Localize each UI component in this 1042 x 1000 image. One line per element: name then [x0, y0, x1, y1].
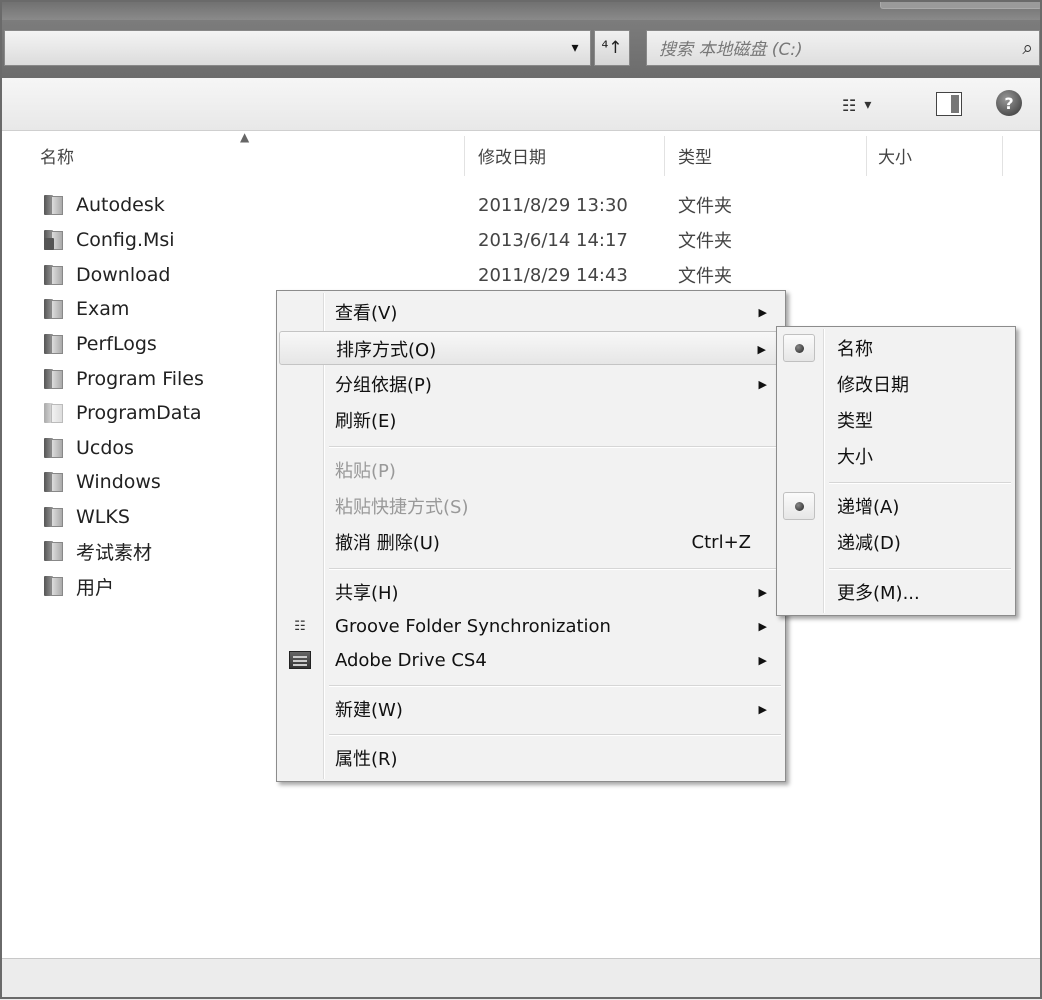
file-name: ProgramData — [76, 402, 202, 424]
help-icon[interactable]: ? — [996, 90, 1022, 116]
file-type: 文件夹 — [678, 266, 732, 287]
column-divider[interactable] — [664, 136, 665, 176]
sort-option-type[interactable]: 类型 — [779, 403, 1013, 437]
list-item[interactable]: Autodesk 2011/8/29 13:30 文件夹 — [0, 188, 1042, 222]
menu-item-group-by[interactable]: 分组依据(P) ▶ — [279, 367, 783, 401]
column-divider[interactable] — [464, 136, 465, 176]
submenu-arrow-icon: ▶ — [758, 702, 767, 716]
file-name: PerfLogs — [76, 333, 157, 355]
search-input[interactable] — [657, 38, 1001, 62]
groove-sync-icon: ☷ — [294, 618, 306, 634]
file-name: 用户 — [76, 576, 115, 599]
status-bar — [0, 958, 1042, 1000]
submenu-arrow-icon: ▶ — [758, 653, 767, 667]
menu-separator — [829, 568, 1011, 570]
menu-item-adobe-drive[interactable]: Adobe Drive CS4 ▶ — [279, 643, 783, 677]
command-bar: ☷ ▾ ? — [0, 78, 1042, 131]
menu-separator — [829, 482, 1011, 484]
folder-icon — [44, 438, 64, 458]
submenu-arrow-icon: ▶ — [758, 585, 767, 599]
menu-item-properties[interactable]: 属性(R) — [279, 741, 783, 775]
column-divider[interactable] — [866, 136, 867, 176]
radio-selected-icon — [783, 492, 815, 520]
menu-item-share[interactable]: 共享(H) ▶ — [279, 575, 783, 609]
menu-separator — [329, 568, 781, 570]
file-date: 2013/6/14 14:17 — [478, 229, 628, 251]
file-name: Download — [76, 264, 171, 286]
chevron-down-icon: ▾ — [864, 97, 872, 113]
radio-selected-icon — [783, 334, 815, 362]
menu-item-refresh[interactable]: 刷新(E) — [279, 403, 783, 437]
address-dropdown-icon[interactable]: ▾ — [560, 30, 590, 66]
menu-item-view[interactable]: 查看(V) ▶ — [279, 295, 783, 329]
list-item[interactable]: Download 2011/8/29 14:43 文件夹 — [0, 258, 1042, 292]
menu-item-groove-sync[interactable]: ☷ Groove Folder Synchronization ▶ — [279, 609, 783, 643]
menu-separator — [329, 734, 781, 736]
file-name: WLKS — [76, 506, 130, 528]
file-type: 文件夹 — [678, 196, 732, 217]
file-date: 2011/8/29 13:30 — [478, 194, 628, 216]
sort-option-name[interactable]: 名称 — [779, 331, 1013, 365]
file-name: 考试素材 — [76, 541, 153, 564]
menu-item-undo-delete[interactable]: 撤消 删除(U) Ctrl+Z — [279, 525, 783, 559]
folder-icon — [44, 334, 64, 354]
menu-item-sort-by[interactable]: 排序方式(O) ▶ — [279, 331, 783, 365]
file-name: Config.Msi — [76, 229, 175, 251]
submenu-arrow-icon: ▶ — [758, 619, 767, 633]
sort-option-date[interactable]: 修改日期 — [779, 367, 1013, 401]
search-icon[interactable]: ⌕ — [1022, 37, 1033, 59]
folder-icon — [44, 265, 64, 285]
folder-icon — [44, 576, 64, 596]
list-item[interactable]: Config.Msi 2013/6/14 14:17 文件夹 — [0, 223, 1042, 257]
search-box[interactable]: ⌕ — [646, 30, 1040, 66]
sort-descending[interactable]: 递减(D) — [779, 525, 1013, 559]
column-divider[interactable] — [1002, 136, 1003, 176]
file-date: 2011/8/29 14:43 — [478, 264, 628, 286]
hidden-folder-icon — [44, 403, 64, 423]
refresh-icon: ⁴↑ — [601, 38, 623, 58]
submenu-arrow-icon: ▶ — [758, 305, 767, 319]
address-bar[interactable] — [4, 30, 591, 66]
title-bar — [0, 0, 1042, 20]
submenu-arrow-icon: ▶ — [758, 377, 767, 391]
folder-icon — [44, 541, 64, 561]
file-name: Exam — [76, 298, 130, 320]
context-menu: 查看(V) ▶ 排序方式(O) ▶ 分组依据(P) ▶ 刷新(E) 粘贴(P) … — [276, 290, 786, 782]
menu-item-paste: 粘贴(P) — [335, 461, 396, 482]
column-header-row: 名称 修改日期 类型 大小 — [0, 132, 1042, 178]
folder-icon — [44, 299, 64, 319]
file-name: Program Files — [76, 368, 204, 390]
sort-more[interactable]: 更多(M)... — [779, 575, 1013, 609]
column-header-type[interactable]: 类型 — [678, 132, 712, 178]
file-name: Ucdos — [76, 437, 134, 459]
locked-folder-icon — [44, 230, 64, 250]
menu-separator — [329, 446, 781, 448]
change-view-button[interactable]: ☷ ▾ — [842, 92, 904, 118]
keyboard-shortcut: Ctrl+Z — [691, 531, 751, 553]
view-options-icon: ☷ — [842, 95, 856, 115]
sort-ascending[interactable]: 递增(A) — [779, 489, 1013, 523]
folder-icon — [44, 369, 64, 389]
folder-icon — [44, 195, 64, 215]
file-name: Windows — [76, 471, 161, 493]
menu-separator — [329, 685, 781, 687]
adobe-drive-icon — [289, 651, 311, 669]
submenu-arrow-icon: ▶ — [757, 342, 766, 356]
column-header-name[interactable]: 名称 — [40, 132, 74, 178]
file-type: 文件夹 — [678, 231, 732, 252]
sort-submenu: 名称 修改日期 类型 大小 递增(A) 递减(D) 更多(M)... — [776, 326, 1016, 616]
refresh-button[interactable]: ⁴↑ — [594, 30, 630, 66]
column-header-size[interactable]: 大小 — [878, 132, 912, 178]
folder-icon — [44, 472, 64, 492]
window-controls[interactable] — [880, 0, 1042, 9]
file-name: Autodesk — [76, 194, 165, 216]
folder-icon — [44, 507, 64, 527]
address-row: ▾ ⁴↑ ⌕ — [0, 20, 1042, 78]
column-header-date[interactable]: 修改日期 — [478, 132, 546, 178]
preview-pane-icon[interactable] — [936, 92, 962, 116]
sort-option-size[interactable]: 大小 — [779, 439, 1013, 473]
menu-item-paste-shortcut: 粘贴快捷方式(S) — [335, 497, 469, 518]
menu-item-new[interactable]: 新建(W) ▶ — [279, 692, 783, 726]
